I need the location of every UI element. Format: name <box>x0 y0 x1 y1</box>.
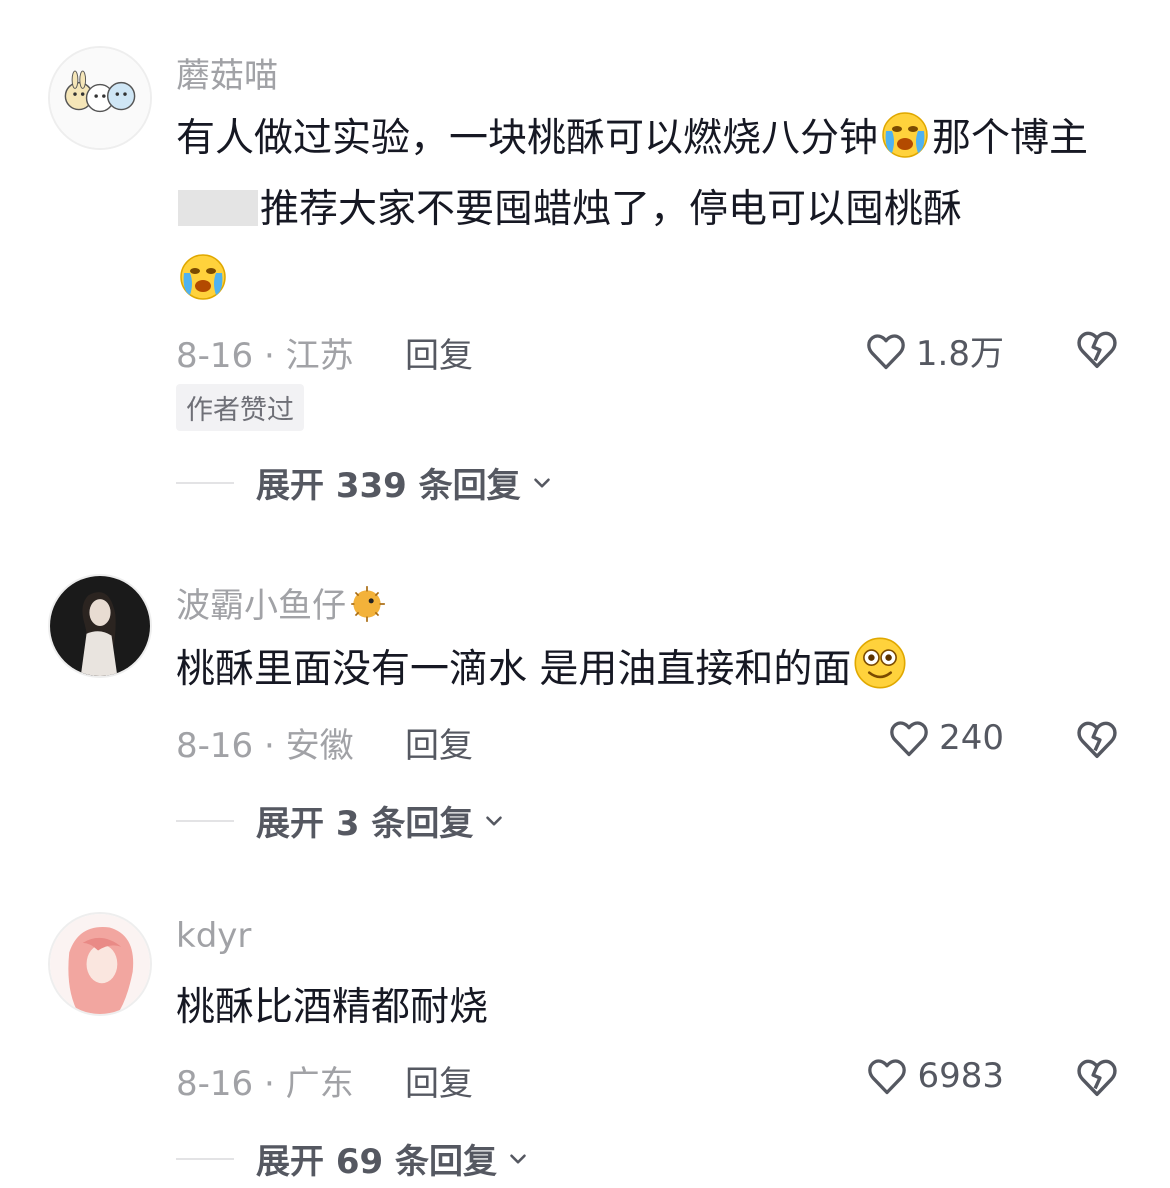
comment-text-part: 有人做过实验，一块桃酥可以燃烧八分钟 <box>176 116 879 161</box>
like-count: 240 <box>939 718 1004 758</box>
avatar-image <box>50 576 150 676</box>
expand-replies-button[interactable]: 展开 69 条回复 <box>176 1134 531 1183</box>
comment-username[interactable]: kdyr <box>176 916 251 956</box>
comment-text: 桃酥里面没有一滴水 是用油直接和的面 <box>176 634 1136 705</box>
divider-line <box>176 481 234 484</box>
like-button[interactable]: 6983 <box>865 1054 1004 1098</box>
broken-heart-icon[interactable] <box>1074 716 1120 762</box>
expand-replies-button[interactable]: 展开 339 条回复 <box>176 458 555 507</box>
reply-button[interactable]: 回复 <box>405 718 473 767</box>
comment-date-location: 8-16 · 广东 <box>176 1064 354 1104</box>
crying-emoji-icon <box>878 107 932 161</box>
comment-text-part: 桃酥里面没有一滴水 是用油直接和的面 <box>176 647 852 692</box>
avatar-image <box>50 48 150 148</box>
smile-emoji-icon <box>851 634 909 692</box>
pufferfish-emoji-icon <box>351 586 385 622</box>
comment-username-text: 波霸小鱼仔 <box>176 586 346 626</box>
crying-emoji-icon <box>176 249 230 303</box>
broken-heart-icon[interactable] <box>1074 1054 1120 1100</box>
user-avatar[interactable] <box>48 574 152 678</box>
reply-button[interactable]: 回复 <box>405 1056 473 1105</box>
comment-item: kdyr 桃酥比酒精都耐烧 8-16 · 广东 回复 6983 展开 69 条回… <box>0 880 1170 1188</box>
like-count: 1.8万 <box>915 334 1004 374</box>
broken-heart-icon[interactable] <box>1074 326 1120 372</box>
like-button[interactable]: 1.8万 <box>864 326 1004 375</box>
avatar-image <box>50 914 150 1014</box>
divider-line <box>176 1157 234 1160</box>
reply-button[interactable]: 回复 <box>405 328 473 377</box>
heart-outline-icon <box>868 1059 907 1095</box>
divider-line <box>176 819 234 822</box>
chevron-down-icon <box>486 815 503 826</box>
comment-item: 蘑菇喵 有人做过实验，一块桃酥可以燃烧八分钟 那个博主推荐大家不要囤蜡烛了，停电可… <box>0 0 1170 520</box>
like-count: 6983 <box>917 1056 1004 1096</box>
comment-text: 桃酥比酒精都耐烧 <box>176 972 1136 1043</box>
user-avatar[interactable] <box>48 46 152 150</box>
heart-outline-icon <box>867 333 905 369</box>
comment-date-location: 8-16 · 江苏 <box>176 336 354 376</box>
chevron-down-icon <box>533 477 550 488</box>
comment-text-part: 推荐大家不要囤蜡烛了，停电可以囤桃酥 <box>260 187 963 232</box>
comment-username[interactable]: 蘑菇喵 <box>176 48 278 97</box>
user-avatar[interactable] <box>48 912 152 1016</box>
author-liked-badge: 作者赞过 <box>176 384 304 431</box>
expand-replies-label: 展开 69 条回复 <box>256 1142 497 1182</box>
comment-date-location: 8-16 · 安徽 <box>176 726 354 766</box>
comment-text-part: 桃酥比酒精都耐烧 <box>176 985 489 1030</box>
chevron-down-icon <box>510 1153 526 1164</box>
like-button[interactable]: 240 <box>887 716 1004 760</box>
redacted-text <box>178 190 258 226</box>
expand-replies-button[interactable]: 展开 3 条回复 <box>176 796 507 845</box>
comment-text-part: 那个博主 <box>932 116 1089 161</box>
expand-replies-label: 展开 3 条回复 <box>256 804 474 844</box>
comment-text: 有人做过实验，一块桃酥可以燃烧八分钟 那个博主推荐大家不要囤蜡烛了，停电可以囤桃酥 <box>176 103 1136 316</box>
heart-outline-icon <box>890 721 928 757</box>
comment-username[interactable]: 波霸小鱼仔 <box>176 578 388 627</box>
expand-replies-label: 展开 339 条回复 <box>256 466 521 506</box>
comment-item: 波霸小鱼仔 桃酥里面没有一滴水 是用油直接和的面 8-16 · 安徽 回复 24… <box>0 540 1170 870</box>
